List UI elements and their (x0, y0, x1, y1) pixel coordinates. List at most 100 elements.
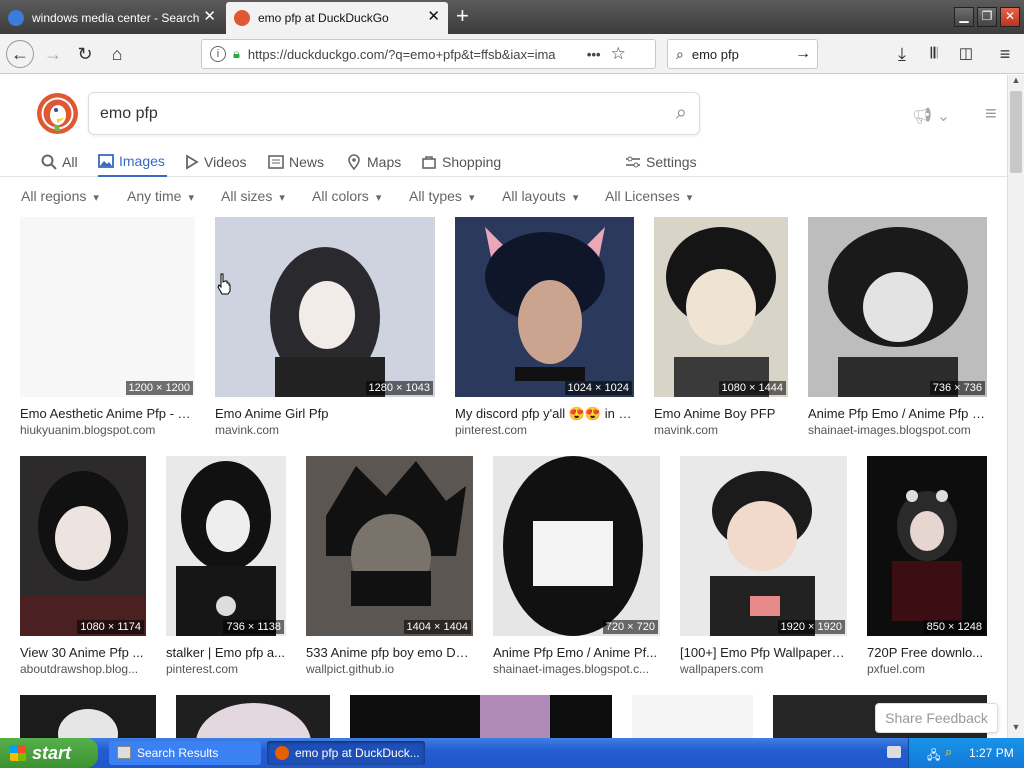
taskbar-item-search-results[interactable]: Search Results (109, 741, 261, 765)
result-source[interactable]: hiukyuanim.blogspot.com (20, 423, 195, 437)
download-icon[interactable]: ⤓ (890, 42, 914, 66)
result-thumbnail[interactable]: 1080 × 1444 (654, 217, 788, 397)
taskbar-item-duckduckgo[interactable]: emo pfp at DuckDuck... (267, 741, 425, 765)
result-source[interactable]: mavink.com (654, 423, 788, 437)
result-source[interactable]: aboutdrawshop.blog... (20, 662, 150, 676)
megaphone-icon[interactable]: 📢︎ ⌄ (912, 106, 950, 126)
result-source[interactable]: pinterest.com (455, 423, 634, 437)
tab-label: All (62, 154, 78, 170)
result-source[interactable]: wallpict.github.io (306, 662, 473, 676)
result-title[interactable]: Anime Pfp Emo / Anime Pfp B... (808, 406, 987, 421)
result-title[interactable]: Emo Anime Boy PFP (654, 406, 788, 421)
start-button[interactable]: start (0, 738, 98, 768)
close-tab-icon[interactable]: ✕ (427, 9, 440, 25)
vertical-scrollbar[interactable]: ▲ ▼ (1007, 75, 1024, 738)
result-title[interactable]: stalker | Emo pfp a... (166, 645, 291, 660)
filter-color[interactable]: All colors (312, 188, 381, 204)
info-icon[interactable]: i (210, 46, 226, 62)
tab-duckduckgo[interactable]: emo pfp at DuckDuckGo ✕ (226, 2, 448, 34)
forward-arrow-icon[interactable]: → (41, 42, 65, 66)
result-source[interactable]: pinterest.com (166, 662, 291, 676)
filter-time[interactable]: Any time (127, 188, 194, 204)
scroll-up-icon[interactable]: ▲ (1008, 75, 1024, 91)
system-tray: 🖧︎ ⌕ 1:27 PM (887, 738, 1024, 768)
tab-all[interactable]: All (41, 147, 78, 177)
maximize-button[interactable]: ❐ (977, 7, 997, 27)
close-window-button[interactable]: ✕ (1000, 7, 1020, 27)
result-title[interactable]: My discord pfp y'all 😍😍 in 2... (455, 406, 634, 422)
browser-toolbar: ← → ↻ ⌂ i 🔒︎ https://duckduckgo.com/?q=e… (0, 34, 1024, 74)
firefox-icon (275, 746, 289, 760)
settings-button[interactable]: Settings (625, 147, 697, 177)
result-title[interactable]: 720P Free downlo... (867, 645, 987, 660)
result-thumbnail[interactable]: 1024 × 1024 (455, 217, 634, 397)
keyboard-icon[interactable] (887, 746, 901, 758)
filter-type[interactable]: All types (409, 188, 475, 204)
back-arrow-icon[interactable]: ← (6, 40, 34, 68)
result-title[interactable]: Anime Pfp Emo / Anime Pf... (493, 645, 660, 660)
tab-search[interactable]: windows media center - Search ✕ (0, 2, 224, 34)
result-title[interactable]: 533 Anime pfp boy emo De... (306, 645, 473, 660)
result-title[interactable]: Emo Anime Girl Pfp (215, 406, 435, 421)
result-thumbnail[interactable]: 850 × 1248 (867, 456, 987, 636)
tab-news[interactable]: News (268, 147, 324, 177)
result-source[interactable]: wallpapers.com (680, 662, 847, 676)
result-source[interactable]: shainaet-images.blogspot.c... (493, 662, 660, 676)
reload-icon[interactable]: ↻ (73, 42, 97, 66)
image-result[interactable] (350, 695, 612, 738)
result-source[interactable]: mavink.com (215, 423, 435, 437)
scroll-down-icon[interactable]: ▼ (1008, 722, 1024, 738)
tab-videos[interactable]: Videos (183, 147, 247, 177)
filter-license[interactable]: All Licenses (605, 188, 692, 204)
anime-tired-image (892, 490, 962, 621)
filter-size[interactable]: All sizes (221, 188, 285, 204)
search-query: emo pfp (100, 104, 158, 122)
result-thumbnail[interactable]: 1404 × 1404 (306, 456, 473, 636)
search-icon[interactable]: ⌕ (945, 744, 952, 760)
result-thumbnail[interactable]: 736 × 1138 (166, 456, 286, 636)
hamburger-menu-icon[interactable]: ≡ (993, 42, 1017, 66)
result-thumbnail[interactable]: 1280 × 1043 (215, 217, 435, 397)
result-title[interactable]: [100+] Emo Pfp Wallpapers ... (680, 645, 847, 660)
tab-maps[interactable]: Maps (346, 147, 401, 177)
result-thumbnail[interactable]: 1920 × 1920 (680, 456, 847, 636)
result-thumbnail[interactable]: 736 × 736 (808, 217, 987, 397)
tab-images[interactable]: Images (98, 147, 167, 177)
result-title[interactable]: View 30 Anime Pfp ... (20, 645, 150, 660)
home-icon[interactable]: ⌂ (105, 42, 129, 66)
sidebar-toggle-icon[interactable]: ◫ (954, 42, 978, 66)
scroll-thumb[interactable] (1010, 91, 1022, 173)
image-result[interactable] (176, 695, 330, 738)
new-tab-button[interactable]: + (456, 4, 469, 28)
address-bar[interactable]: i 🔒︎ https://duckduckgo.com/?q=emo+pfp&t… (201, 39, 656, 69)
task-label: Search Results (137, 746, 219, 760)
image-result[interactable] (20, 695, 156, 738)
search-input[interactable]: emo pfp ⌕ (88, 92, 700, 135)
close-tab-icon[interactable]: ✕ (203, 9, 216, 25)
library-icon[interactable]: 𝄃𝄃 (922, 42, 946, 66)
network-icon[interactable]: 🖧︎ (927, 746, 940, 767)
search-icon[interactable]: ⌕ (676, 102, 687, 125)
minimize-button[interactable]: ▁ (954, 7, 974, 27)
result-thumbnail[interactable]: 1080 × 1174 (20, 456, 146, 636)
search-favicon-icon (8, 10, 24, 26)
tab-shopping[interactable]: Shopping (421, 147, 501, 177)
settings-label: Settings (646, 154, 697, 170)
share-feedback-button[interactable]: Share Feedback (875, 703, 998, 733)
filter-region[interactable]: All regions (21, 188, 99, 204)
result-title[interactable]: Emo Aesthetic Anime Pfp - a... (20, 406, 195, 421)
page-actions-icon[interactable]: ••• (587, 47, 601, 62)
result-thumbnail[interactable]: 720 × 720 (493, 456, 660, 636)
filter-layout[interactable]: All layouts (502, 188, 578, 204)
url-text: https://duckduckgo.com/?q=emo+pfp&t=ffsb… (247, 46, 556, 62)
duckduckgo-logo[interactable] (37, 93, 78, 134)
result-source[interactable]: shainaet-images.blogspot.com (808, 423, 987, 437)
search-go-arrow-icon[interactable]: → (795, 45, 811, 63)
result-thumbnail[interactable]: 1200 × 1200 (20, 217, 195, 397)
shopping-bag-icon (422, 156, 436, 169)
page-menu-icon[interactable]: ≡ (985, 103, 997, 126)
browser-search-box[interactable]: ⌕ emo pfp → (667, 39, 818, 69)
image-result[interactable] (632, 695, 753, 738)
result-source[interactable]: pxfuel.com (867, 662, 987, 676)
bookmark-star-icon[interactable]: ☆ (611, 44, 626, 64)
